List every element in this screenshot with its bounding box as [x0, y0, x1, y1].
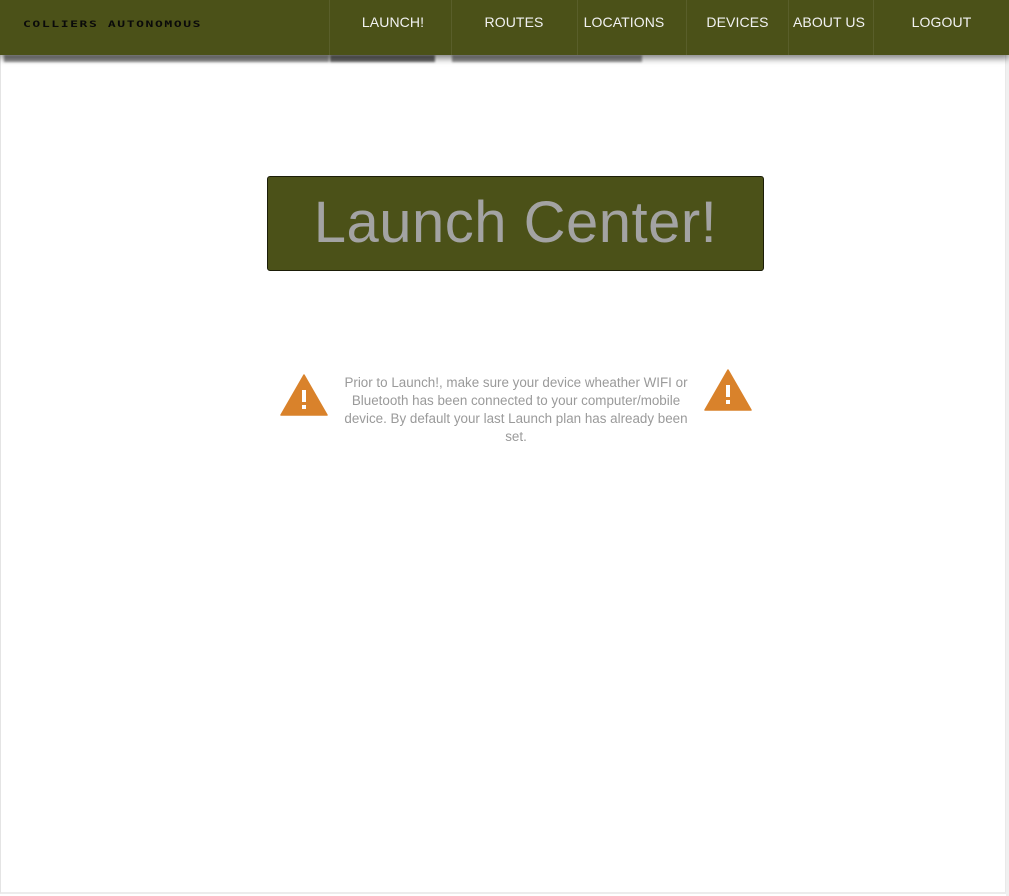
- nav-devices[interactable]: DEVICES: [687, 0, 788, 55]
- navbar-shadow: [330, 55, 435, 62]
- nav-about-us[interactable]: ABOUT US: [789, 0, 869, 55]
- launch-notice: Prior to Launch!, make sure your device …: [344, 375, 688, 444]
- launch-center-banner: Launch Center!: [267, 176, 764, 271]
- warning-icon: [280, 374, 328, 416]
- navbar-shadow: [4, 55, 329, 62]
- warning-icon: [704, 369, 752, 411]
- nav-logout[interactable]: LOGOUT: [874, 0, 1009, 55]
- nav-routes[interactable]: ROUTES: [452, 0, 576, 55]
- navbar-shadow: [452, 55, 642, 62]
- nav-locations[interactable]: LOCATIONS: [578, 0, 670, 55]
- top-navbar: COLLIERS AUTONOMOUS LAUNCH! ROUTES LOCAT…: [0, 0, 1009, 55]
- page-title: Launch Center!: [313, 189, 718, 255]
- nav-launch[interactable]: LAUNCH!: [330, 0, 456, 55]
- brand-logo[interactable]: COLLIERS AUTONOMOUS: [23, 19, 202, 30]
- page: COLLIERS AUTONOMOUS LAUNCH! ROUTES LOCAT…: [0, 0, 1009, 896]
